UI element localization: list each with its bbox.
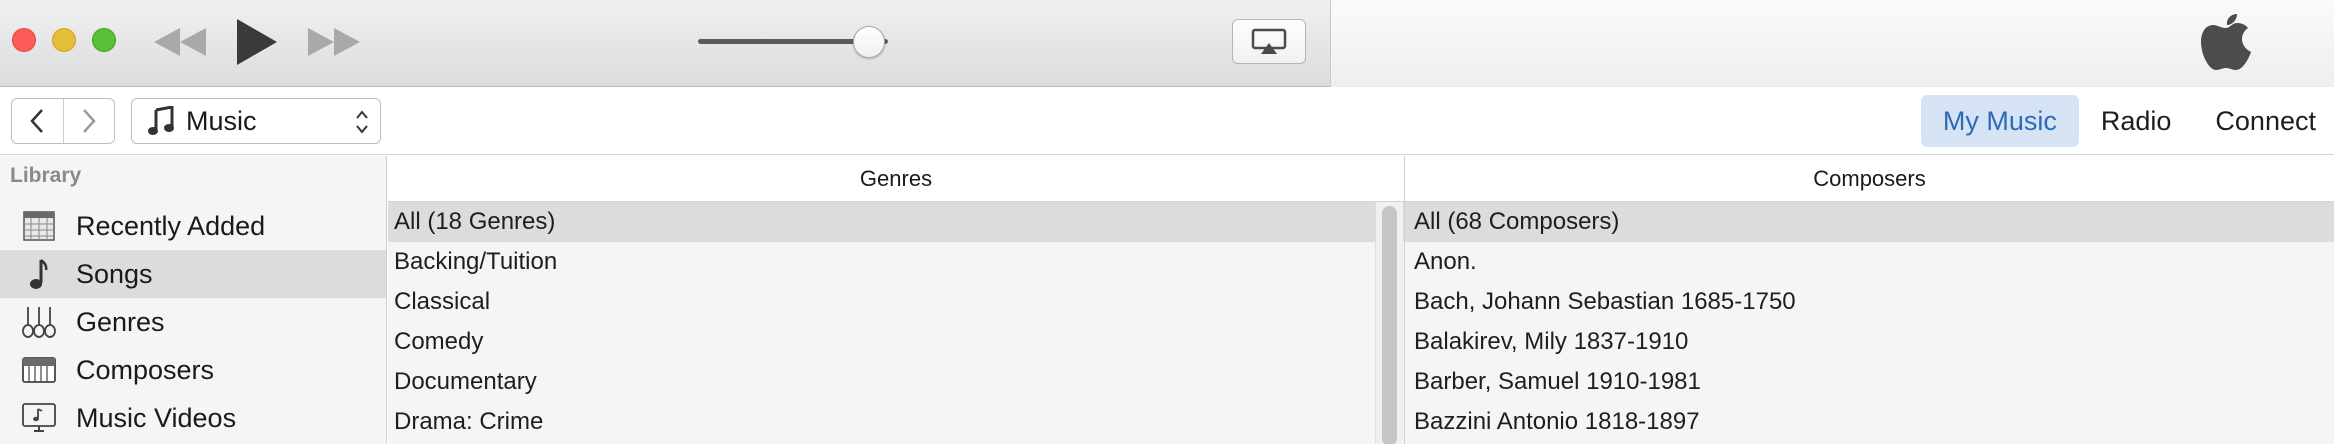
list-item[interactable]: Bach, Johann Sebastian 1685-1750 [1405, 282, 2334, 322]
list-item[interactable]: Barber, Samuel 1910-1981 [1405, 362, 2334, 402]
tab-radio[interactable]: Radio [2079, 95, 2194, 147]
sidebar-item-label: Recently Added [76, 210, 266, 241]
sidebar-item-composers[interactable]: Composers [0, 346, 386, 394]
tab-connect[interactable]: Connect [2193, 95, 2334, 147]
sidebar-item-songs[interactable]: Songs [0, 250, 386, 298]
zoom-window-button[interactable] [92, 28, 116, 52]
airplay-icon [1251, 28, 1287, 54]
rewind-icon [154, 28, 206, 56]
music-note-icon [22, 258, 56, 290]
sidebar-item-label: Songs [76, 258, 153, 289]
genres-scrollbar[interactable] [1375, 202, 1403, 444]
genres-column: Genres All (18 Genres) Backing/Tuition C… [388, 156, 1404, 444]
forward-button[interactable] [62, 99, 115, 143]
sidebar-heading: Library [10, 164, 82, 187]
updown-chevron-icon [354, 108, 370, 143]
fast-forward-button[interactable] [304, 22, 364, 62]
play-button[interactable] [228, 14, 284, 70]
genres-column-header[interactable]: Genres [388, 156, 1404, 202]
list-item[interactable]: Comedy [388, 322, 1404, 362]
top-tabs: My Music Radio Connect [1920, 95, 2334, 147]
list-item[interactable]: All (18 Genres) [388, 202, 1404, 242]
sidebar-item-genres[interactable]: Genres [0, 298, 386, 346]
sidebar-item-recently-added[interactable]: Recently Added [0, 202, 386, 250]
history-navigation [11, 98, 115, 144]
piano-icon [22, 354, 56, 386]
apple-logo [2201, 14, 2251, 70]
minimize-window-button[interactable] [52, 28, 76, 52]
list-item[interactable]: Bazzini Antonio 1818-1897 [1405, 402, 2334, 442]
rewind-button[interactable] [150, 22, 210, 62]
sidebar-item-music-videos[interactable]: Music Videos [0, 394, 386, 442]
list-item[interactable]: Backing/Tuition [388, 242, 1404, 282]
sidebar: Library Recently Added Songs Genres Comp… [0, 156, 387, 444]
now-playing-display [1330, 0, 2334, 87]
scrollbar-thumb[interactable] [1382, 206, 1397, 444]
music-note-icon [148, 106, 174, 136]
media-kind-label: Music [186, 105, 257, 136]
title-bar [0, 0, 2334, 87]
composers-column: Composers All (68 Composers) Anon. Bach,… [1405, 156, 2334, 444]
media-kind-select[interactable]: Music [131, 98, 381, 144]
list-item[interactable]: Documentary [388, 362, 1404, 402]
sidebar-item-label: Composers [76, 354, 215, 385]
video-screen-icon [22, 402, 56, 434]
list-item[interactable]: Anon. [1405, 242, 2334, 282]
back-button[interactable] [12, 99, 63, 143]
list-item[interactable]: Balakirev, Mily 1837-1910 [1405, 322, 2334, 362]
navigation-bar: Music My Music Radio Connect [0, 87, 2334, 155]
tab-my-music[interactable]: My Music [1920, 95, 2079, 147]
sidebar-item-label: Genres [76, 306, 165, 337]
composers-column-header[interactable]: Composers [1405, 156, 2334, 202]
guitar-icon [22, 306, 56, 338]
list-item[interactable]: Drama: Crime [388, 402, 1404, 442]
play-icon [237, 19, 277, 65]
list-item[interactable]: Classical [388, 282, 1404, 322]
calendar-grid-icon [22, 210, 56, 242]
airplay-button[interactable] [1232, 19, 1306, 64]
chevron-right-icon [82, 109, 96, 133]
close-window-button[interactable] [12, 28, 36, 52]
list-item[interactable]: All (68 Composers) [1405, 202, 2334, 242]
sidebar-item-label: Music Videos [76, 402, 237, 433]
chevron-left-icon [30, 109, 44, 133]
volume-slider-knob[interactable] [853, 26, 885, 58]
fast-forward-icon [308, 28, 360, 56]
